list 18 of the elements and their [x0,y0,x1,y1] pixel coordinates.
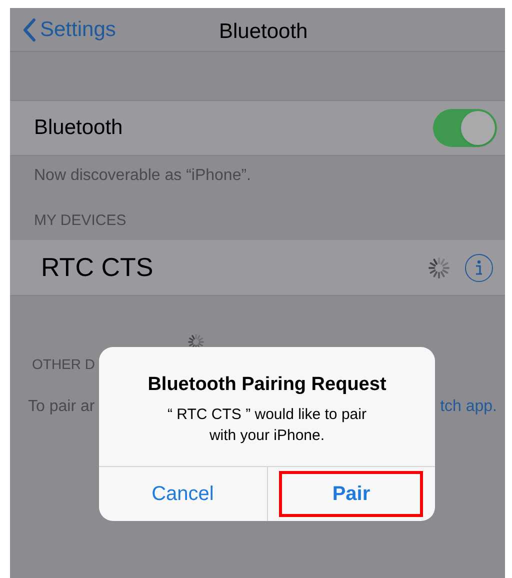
device-row[interactable]: RTC CTS [10,240,505,296]
alert-title: Bluetooth Pairing Request [148,373,386,397]
alert-message: “ RTC CTS ” would like to pair with your iPhone. [168,404,366,446]
window-title: Bluetooth [219,19,308,45]
info-icon [474,258,484,276]
row-label: Bluetooth [34,115,123,142]
section-header: MY DEVICES [33,211,128,231]
footer-note: Now discoverable as “iPhone”. [33,166,252,186]
device-name: RTC CTS [41,251,154,284]
alert-button[interactable]: Cancel [110,471,255,517]
info-button[interactable] [465,254,493,282]
section-header: OTHER D [32,354,95,374]
back-chevron-icon [22,18,36,42]
alert-button[interactable]: Pair [279,471,424,517]
toggle-switch[interactable] [433,109,497,147]
link[interactable]: tch app. [440,395,497,419]
footer-note: To pair ar [28,397,95,417]
back-button[interactable]: Settings [10,14,116,46]
